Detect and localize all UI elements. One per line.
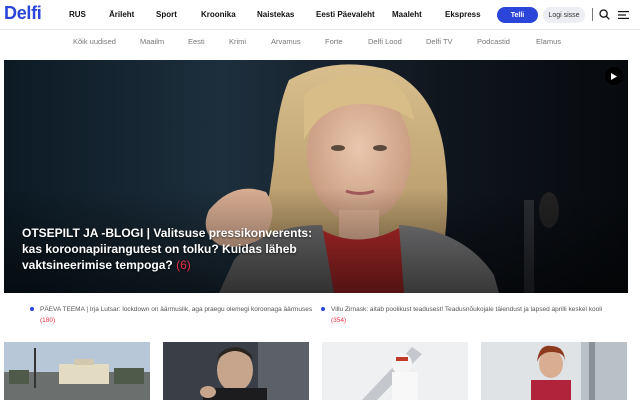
section-nav: Kõik uudised Maailm Eesti Krimi Arvamus … xyxy=(0,37,640,53)
article-thumbnail[interactable] xyxy=(322,342,468,400)
ticker-text: Villu Zirnask: aitab poolikust teadusest… xyxy=(331,306,603,313)
nav-item-arileht[interactable]: Ärileht xyxy=(109,10,134,19)
article-thumbnail[interactable] xyxy=(163,342,309,400)
article-thumbnail[interactable] xyxy=(481,342,627,400)
ticker-comment-count[interactable]: (180) xyxy=(40,317,55,324)
hero-headline[interactable]: OTSEPILT JA -BLOGI | Valitsuse pressikon… xyxy=(22,225,332,273)
nav-item-naistekas[interactable]: Naistekas xyxy=(257,10,294,19)
nav-item-maaleht[interactable]: Maaleht xyxy=(392,10,422,19)
article-thumbnail[interactable] xyxy=(4,342,150,400)
hero-article[interactable]: OTSEPILT JA -BLOGI | Valitsuse pressikon… xyxy=(4,60,628,293)
ticker-item[interactable]: PÄEVA TEEMA | Irja Lutsar: lockdown on ä… xyxy=(30,304,320,326)
subnav-item-arvamus[interactable]: Arvamus xyxy=(271,37,301,46)
nav-item-ekspress[interactable]: Ekspress xyxy=(445,10,481,19)
thumbnail-photo xyxy=(481,342,627,400)
login-button[interactable]: Logi sisse xyxy=(543,7,585,23)
subscribe-button[interactable]: Telli xyxy=(497,7,538,23)
top-bar: Delfi RUS Ärileht Sport Kroonika Naistek… xyxy=(0,0,640,30)
delfi-logo[interactable]: Delfi xyxy=(4,3,42,24)
ticker-comment-count[interactable]: (354) xyxy=(331,317,346,324)
subnav-item-maailm[interactable]: Maailm xyxy=(140,37,164,46)
nav-item-rus[interactable]: RUS xyxy=(69,10,86,19)
play-button[interactable] xyxy=(605,67,623,85)
header-divider xyxy=(592,8,593,21)
subnav-item-eesti[interactable]: Eesti xyxy=(188,37,205,46)
subnav-item-koik-uudised[interactable]: Kõik uudised xyxy=(73,37,116,46)
nav-item-eesti-paevaleht[interactable]: Eesti Päevaleht xyxy=(316,10,375,19)
nav-item-kroonika[interactable]: Kroonika xyxy=(201,10,236,19)
play-icon xyxy=(611,72,617,80)
menu-icon[interactable] xyxy=(618,10,629,20)
search-icon[interactable] xyxy=(599,9,610,20)
hero-headline-text: OTSEPILT JA -BLOGI | Valitsuse pressikon… xyxy=(22,226,313,272)
subnav-item-elamus[interactable]: Elamus xyxy=(536,37,561,46)
subnav-item-podcastid[interactable]: Podcastid xyxy=(477,37,510,46)
subnav-item-forte[interactable]: Forte xyxy=(325,37,343,46)
ticker-text: PÄEVA TEEMA | Irja Lutsar: lockdown on ä… xyxy=(40,306,313,313)
bullet-icon xyxy=(321,307,325,311)
thumbnail-photo xyxy=(322,342,468,400)
thumbnail-photo xyxy=(163,342,309,400)
hero-comment-count[interactable]: (6) xyxy=(176,258,191,272)
nav-item-sport[interactable]: Sport xyxy=(156,10,177,19)
bullet-icon xyxy=(30,307,34,311)
ticker-item[interactable]: Villu Zirnask: aitab poolikust teadusest… xyxy=(321,304,611,326)
subnav-item-krimi[interactable]: Krimi xyxy=(229,37,246,46)
thumbnail-photo xyxy=(4,342,150,400)
subnav-item-delfi-tv[interactable]: Delfi TV xyxy=(426,37,453,46)
subnav-item-delfi-lood[interactable]: Delfi Lood xyxy=(368,37,402,46)
